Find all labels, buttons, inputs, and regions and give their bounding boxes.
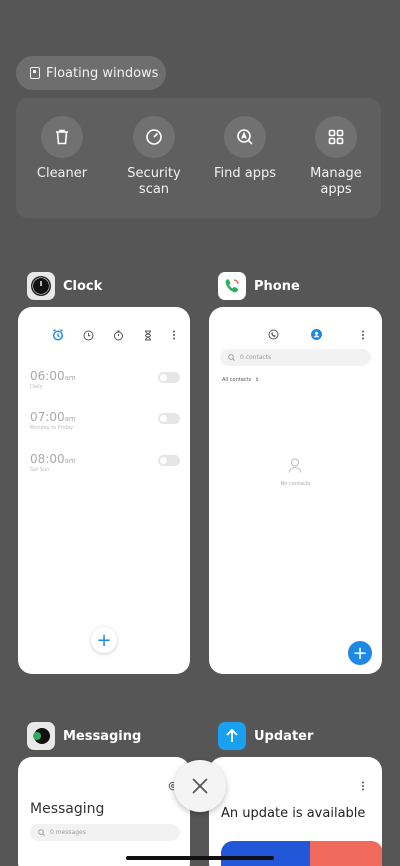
manage-apps-label: Manage apps [310, 166, 362, 197]
search-placeholder: 0 contacts [240, 354, 272, 361]
find-apps-button[interactable]: Find apps [205, 116, 285, 182]
alarm-row[interactable]: 07:00am Monday to Friday [30, 410, 180, 431]
alarm-repeat: Daily [30, 384, 43, 390]
messaging-app-header[interactable]: Messaging [27, 722, 141, 750]
phone-app-card[interactable]: 0 contacts All contacts ⇕ No contacts + [209, 307, 382, 674]
contacts-tab-icon[interactable] [311, 329, 322, 340]
manage-apps-icon [315, 116, 357, 158]
recents-tab-icon[interactable] [268, 329, 279, 340]
security-scan-button[interactable]: Security scan [114, 116, 194, 198]
add-contact-button[interactable]: + [348, 641, 372, 665]
messages-search-input[interactable]: 0 messages [30, 824, 180, 841]
security-scan-icon [133, 116, 175, 158]
alarm-toggle[interactable] [158, 455, 180, 466]
stopwatch-tab-icon[interactable] [113, 330, 124, 341]
search-placeholder: 0 messages [50, 829, 86, 836]
plus-icon: + [352, 642, 368, 664]
find-apps-label: Find apps [213, 166, 276, 181]
home-indicator[interactable] [126, 856, 274, 860]
messaging-app-icon [27, 722, 55, 750]
floating-windows-button[interactable]: Floating windows [16, 56, 166, 90]
floating-windows-label: Floating windows [46, 65, 159, 81]
clock-app-card[interactable]: 06:00am Daily 07:00am Monday to Friday 0… [18, 307, 190, 674]
phone-app-header[interactable]: Phone [218, 272, 300, 300]
floating-window-icon [30, 67, 40, 79]
alarm-toggle[interactable] [158, 413, 180, 424]
timer-tab-icon[interactable] [143, 330, 153, 341]
more-options-icon[interactable] [172, 330, 176, 340]
contacts-filter-dropdown[interactable]: All contacts ⇕ [222, 377, 259, 383]
find-apps-icon [224, 116, 266, 158]
add-alarm-button[interactable]: + [91, 627, 117, 653]
clear-all-button[interactable] [174, 760, 226, 812]
quick-tools-panel: Cleaner Security scan Find apps Manage a… [16, 98, 381, 218]
update-banner-image [221, 841, 382, 866]
alarm-tab-icon[interactable] [52, 329, 64, 341]
contacts-filter-label: All contacts [222, 377, 252, 383]
clock-tabs [52, 329, 176, 341]
empty-contacts-text: No contacts [280, 481, 311, 487]
alarm-repeat: Sat Sun [30, 467, 50, 473]
trash-icon [41, 116, 83, 158]
alarm-row[interactable]: 06:00am Daily [30, 369, 180, 390]
search-icon [228, 354, 235, 361]
updater-app-name: Updater [254, 728, 314, 744]
chevron-updown-icon: ⇕ [255, 377, 260, 383]
cleaner-button[interactable]: Cleaner [22, 116, 102, 182]
updater-app-header[interactable]: Updater [218, 722, 313, 750]
updater-app-icon [218, 722, 246, 750]
search-icon [38, 829, 45, 836]
cleaner-label: Cleaner [36, 166, 88, 181]
alarm-toggle[interactable] [158, 372, 180, 383]
plus-icon: + [96, 629, 112, 651]
clock-app-name: Clock [63, 278, 103, 294]
messaging-app-card[interactable]: Messaging 0 messages [18, 757, 190, 866]
alarm-row[interactable]: 08:00am Sat Sun [30, 452, 180, 473]
messaging-app-name: Messaging [63, 728, 142, 744]
update-available-title: An update is available [221, 806, 366, 821]
updater-app-card[interactable]: An update is available [209, 757, 382, 866]
phone-app-name: Phone [254, 278, 300, 294]
clock-app-icon [27, 272, 55, 300]
messaging-title: Messaging [30, 801, 105, 817]
security-scan-label: Security scan [127, 166, 181, 197]
manage-apps-button[interactable]: Manage apps [296, 116, 376, 198]
alarm-repeat: Monday to Friday [30, 425, 74, 431]
more-options-icon[interactable] [361, 781, 365, 791]
close-icon [192, 778, 208, 794]
clock-app-header[interactable]: Clock [27, 272, 102, 300]
world-clock-tab-icon[interactable] [83, 330, 94, 341]
person-icon [288, 458, 302, 473]
contacts-search-input[interactable]: 0 contacts [220, 349, 371, 366]
phone-app-icon [218, 272, 246, 300]
more-options-icon[interactable] [361, 330, 365, 340]
